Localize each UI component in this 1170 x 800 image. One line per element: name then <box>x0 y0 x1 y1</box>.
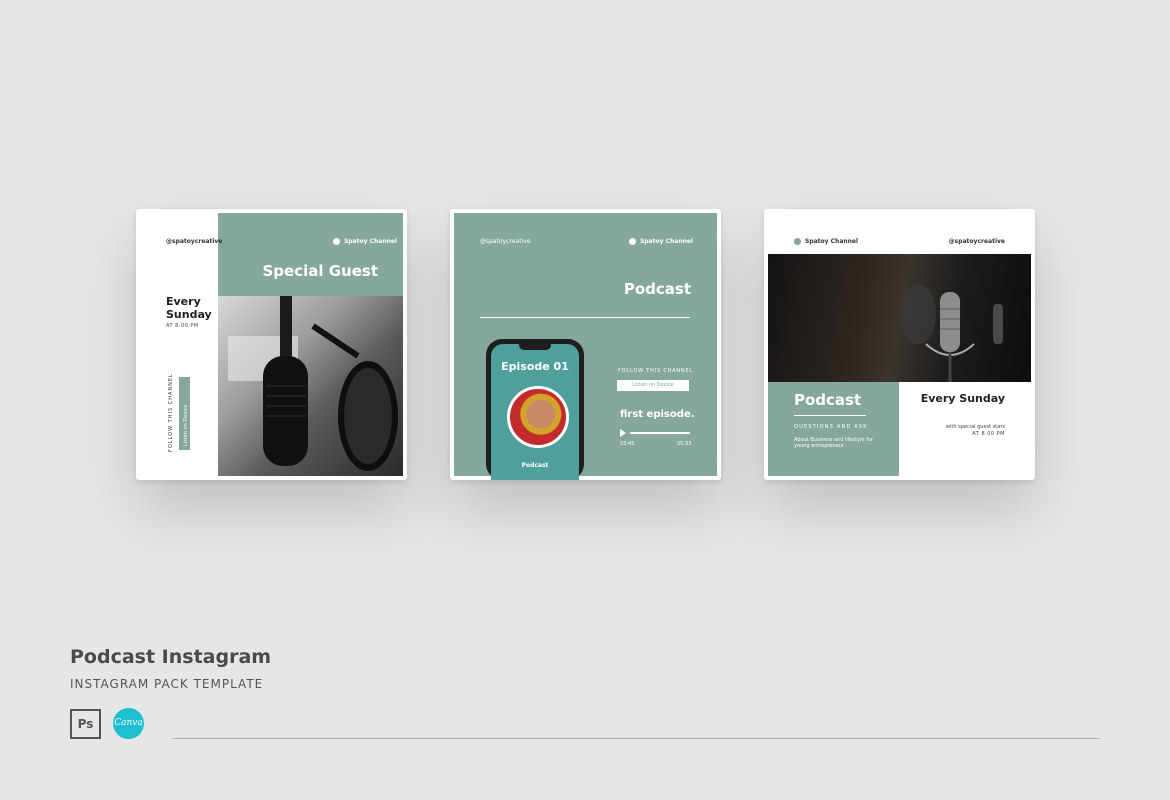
listen-button: Listen on Device <box>617 380 689 391</box>
card-title: Special Guest <box>262 262 379 280</box>
brand-text: Spatoy Channel <box>805 238 859 245</box>
phone-notch <box>519 344 551 350</box>
follow-text: FOLLOW THIS CHANNEL <box>168 373 174 452</box>
follow-vertical: FOLLOW THIS CHANNEL <box>166 373 174 452</box>
microphone-photo <box>218 296 403 476</box>
brand-text: Spatoy Channel <box>343 238 397 245</box>
brand-label: Spatoy Channel <box>794 238 858 245</box>
studio-microphone-photo <box>768 254 1031 382</box>
episode-label: Episode 01 <box>501 360 569 373</box>
phone-screen: Episode 01 Podcast <box>491 344 579 480</box>
template-card-podcast-episode[interactable]: @spatoycreative Spatoy Channel Podcast E… <box>450 209 721 480</box>
canva-icon: Canva <box>113 708 144 739</box>
time-end: 05:33 <box>677 441 692 447</box>
questions-label: QUESTIONS AND ASK <box>794 424 868 430</box>
description-text: About Business and lifestyle for young e… <box>794 437 874 449</box>
photoshop-icon: Ps <box>70 709 101 739</box>
divider <box>480 317 690 318</box>
product-subtitle: INSTAGRAM PACK TEMPLATE <box>70 677 264 691</box>
play-icon <box>620 429 626 437</box>
schedule-heading: Every Sunday <box>166 295 212 321</box>
listen-text: Listen on Device <box>632 382 674 388</box>
divider <box>794 415 866 416</box>
template-card-special-guest[interactable]: @spatoycreative Spatoy Channel Special G… <box>136 209 407 480</box>
product-title: Podcast Instagram <box>70 646 272 668</box>
first-episode-heading: first episode. <box>620 409 695 420</box>
dot-icon <box>332 238 340 245</box>
handle-text: @spatoycreative <box>948 238 1005 245</box>
time-start: 03:45 <box>620 441 635 447</box>
guest-avatar <box>507 386 569 448</box>
listen-text: Listen on Device <box>183 404 189 447</box>
brand-text: Spatoy Channel <box>639 238 693 245</box>
schedule-heading: Every Sunday <box>920 392 1005 405</box>
listen-badge: Listen on Device <box>179 377 190 450</box>
guest-stars-text: with special guest stars <box>945 424 1005 430</box>
brand-label: Spatoy Channel <box>332 238 397 245</box>
template-card-podcast-questions[interactable]: Spatoy Channel @spatoycreative Podcast Q… <box>764 209 1035 480</box>
studio-illustration <box>900 284 1003 382</box>
card-title: Podcast <box>623 280 691 298</box>
microphone-illustration <box>228 296 398 471</box>
card-title: Podcast <box>794 391 862 409</box>
schedule-time: AT 8.00 PM <box>972 431 1005 437</box>
phone-podcast-label: Podcast <box>521 462 549 469</box>
teal-header-block <box>218 213 403 296</box>
handle-text: @spatoycreative <box>480 238 531 245</box>
progress-track <box>630 432 690 434</box>
follow-text: FOLLOW THIS CHANNEL <box>618 368 694 374</box>
dot-icon <box>794 238 801 245</box>
dot-icon <box>628 238 636 245</box>
brand-label: Spatoy Channel <box>628 238 693 245</box>
schedule-time: AT 8.00 PM <box>166 323 199 329</box>
phone-mockup: Episode 01 Podcast <box>486 339 584 480</box>
handle-text: @spatoycreative <box>166 238 223 245</box>
footer-divider <box>172 738 1100 739</box>
